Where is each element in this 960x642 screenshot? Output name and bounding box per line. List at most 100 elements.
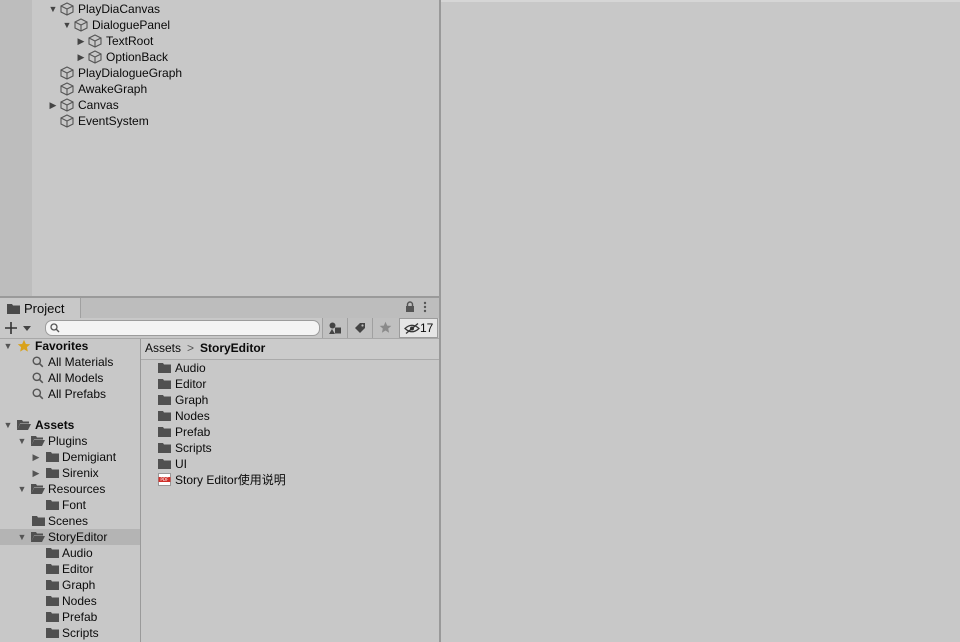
tree-item-storyeditor-graph[interactable]: Graph	[0, 577, 140, 593]
content-item-label: Story Editor使用说明	[175, 473, 286, 487]
gameobject-cube-icon	[60, 114, 74, 128]
tree-item-label: Demigiant	[62, 450, 117, 464]
expand-arrow-icon[interactable]: ▼	[17, 481, 27, 497]
gameobject-cube-icon	[60, 66, 74, 80]
tree-item-assets[interactable]: ▼ Assets	[0, 417, 140, 433]
hierarchy-item-textroot[interactable]: ▶ TextRoot	[0, 33, 439, 49]
tree-item-label: Graph	[62, 578, 96, 592]
tree-item-resources[interactable]: ▼ Resources	[0, 481, 140, 497]
hierarchy-item-label: AwakeGraph	[78, 82, 148, 96]
expand-arrow-icon[interactable]: ▼	[62, 17, 72, 33]
search-input[interactable]	[62, 321, 312, 335]
tree-item-label: Editor	[62, 562, 94, 576]
expand-arrow-icon[interactable]: ▼	[17, 433, 27, 449]
collapse-arrow-icon[interactable]: ▶	[48, 97, 58, 113]
search-field[interactable]	[45, 320, 320, 336]
tree-item-demigiant[interactable]: ▶ Demigiant	[0, 449, 140, 465]
collapse-arrow-icon[interactable]: ▶	[31, 449, 41, 465]
hierarchy-item-dialoguepanel[interactable]: ▼ DialoguePanel	[0, 17, 439, 33]
search-icon	[50, 323, 60, 333]
hierarchy-item-label: Canvas	[78, 98, 119, 112]
folder-icon	[46, 580, 59, 590]
breadcrumb: Assets > StoryEditor	[141, 339, 439, 360]
expand-arrow-icon[interactable]: ▼	[48, 1, 58, 17]
folder-icon	[46, 452, 59, 462]
tab-project[interactable]: Project	[0, 298, 81, 319]
expand-arrow-icon[interactable]: ▼	[17, 529, 27, 545]
lock-icon[interactable]	[404, 301, 416, 313]
tree-item-label: Nodes	[62, 594, 97, 608]
create-plus-button[interactable]	[4, 320, 34, 336]
tree-item-label: Plugins	[48, 434, 88, 448]
search-icon	[32, 372, 44, 384]
favorite-star-icon	[17, 339, 31, 352]
folder-icon	[46, 548, 59, 558]
folder-icon	[158, 411, 171, 421]
tree-item-storyeditor[interactable]: ▼ StoryEditor	[0, 529, 140, 545]
content-item-label: Graph	[175, 393, 209, 407]
filter-by-label-button[interactable]	[347, 318, 372, 338]
content-item-label: Prefab	[175, 425, 211, 439]
tree-item-label: Assets	[35, 418, 75, 432]
folder-icon	[46, 500, 59, 510]
folder-icon	[158, 395, 171, 405]
tree-item-storyeditor-editor[interactable]: Editor	[0, 561, 140, 577]
tree-item-sirenix[interactable]: ▶ Sirenix	[0, 465, 140, 481]
collapse-arrow-icon[interactable]: ▶	[31, 465, 41, 481]
folder-icon	[158, 363, 171, 373]
breadcrumb-separator: >	[187, 341, 195, 355]
search-icon	[32, 356, 44, 368]
hidden-packages-toggle[interactable]: 17	[399, 318, 438, 338]
tree-item-storyeditor-scripts[interactable]: Scripts	[0, 625, 140, 641]
hierarchy-item-playdiacanvas[interactable]: ▼ PlayDiaCanvas	[0, 1, 439, 17]
tree-item-label: Prefab	[62, 610, 98, 624]
folder-icon	[46, 612, 59, 622]
hierarchy-item-label: TextRoot	[106, 34, 154, 48]
gameobject-cube-icon	[60, 2, 74, 16]
tree-item-storyeditor-nodes[interactable]: Nodes	[0, 593, 140, 609]
folder-icon	[158, 443, 171, 453]
tree-item-label: Audio	[62, 546, 93, 560]
tree-item-favorites[interactable]: ▼ Favorites	[0, 338, 140, 354]
tree-item-label: Scenes	[48, 514, 89, 528]
tree-item-label: Sirenix	[62, 466, 99, 480]
folder-open-icon	[17, 420, 31, 430]
save-search-button[interactable]	[372, 318, 399, 338]
expand-arrow-icon[interactable]: ▼	[3, 417, 13, 433]
pdf-badge-text: PDF	[160, 477, 169, 482]
hierarchy-item-awakegraph[interactable]: AwakeGraph	[0, 81, 439, 97]
expand-arrow-icon[interactable]: ▼	[3, 338, 13, 354]
folder-open-icon	[31, 484, 45, 494]
hierarchy-item-canvas[interactable]: ▶ Canvas	[0, 97, 439, 113]
tree-item-plugins[interactable]: ▼ Plugins	[0, 433, 140, 449]
gameobject-cube-icon	[88, 50, 102, 64]
content-item-label: Editor	[175, 377, 207, 391]
tree-item-label: StoryEditor	[48, 530, 108, 544]
tree-item-label: All Prefabs	[48, 387, 107, 401]
hierarchy-item-optionback[interactable]: ▶ OptionBack	[0, 49, 439, 65]
content-item-label: UI	[175, 457, 187, 471]
content-item-label: Audio	[175, 361, 206, 375]
tree-item-all-materials[interactable]: All Materials	[0, 354, 140, 370]
tree-item-storyeditor-prefab[interactable]: Prefab	[0, 609, 140, 625]
kebab-menu-icon[interactable]	[421, 301, 429, 313]
collapse-arrow-icon[interactable]: ▶	[76, 49, 86, 65]
hierarchy-item-label: EventSystem	[78, 114, 149, 128]
hierarchy-item-playdialoguegraph[interactable]: PlayDialogueGraph	[0, 65, 439, 81]
tree-item-all-models[interactable]: All Models	[0, 370, 140, 386]
tree-item-label: Scripts	[62, 626, 99, 640]
filter-by-type-button[interactable]	[322, 318, 347, 338]
folder-icon	[32, 516, 45, 526]
collapse-arrow-icon[interactable]: ▶	[76, 33, 86, 49]
content-item-label: Scripts	[175, 441, 212, 455]
tree-item-font[interactable]: Font	[0, 497, 140, 513]
tree-item-all-prefabs[interactable]: All Prefabs	[0, 386, 140, 402]
folder-icon	[46, 468, 59, 478]
search-icon	[32, 388, 44, 400]
hierarchy-item-eventsystem[interactable]: EventSystem	[0, 113, 439, 129]
tree-item-storyeditor-audio[interactable]: Audio	[0, 545, 140, 561]
breadcrumb-assets[interactable]: Assets	[145, 341, 181, 355]
content-item-label: Nodes	[175, 409, 210, 423]
tree-item-scenes[interactable]: Scenes	[0, 513, 140, 529]
hierarchy-item-label: OptionBack	[106, 50, 169, 64]
